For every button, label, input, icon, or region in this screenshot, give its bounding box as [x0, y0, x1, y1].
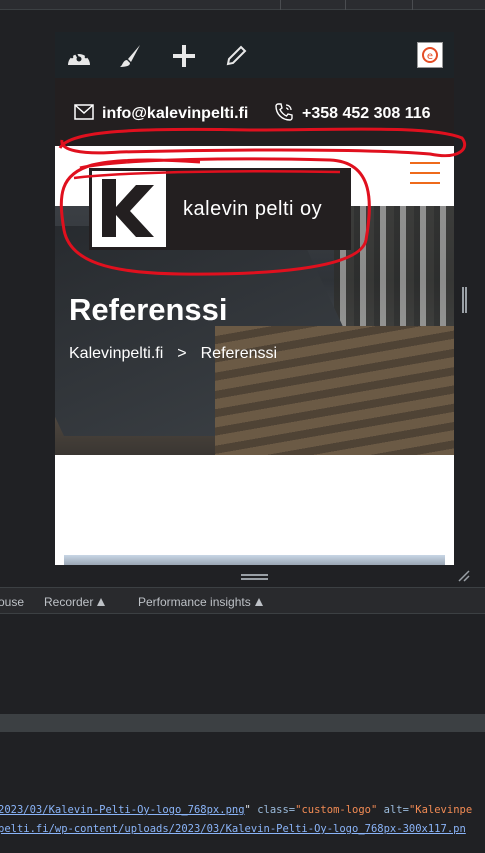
content-image-peek — [64, 555, 445, 565]
user-avatar[interactable]: e — [417, 42, 443, 68]
phone-icon — [274, 102, 294, 127]
site-logo[interactable]: kalevin pelti oy — [89, 168, 351, 250]
phone-text[interactable]: +358 452 308 116 — [302, 105, 431, 123]
add-new-plus-icon[interactable] — [170, 42, 198, 70]
viewport-width-resize-handle[interactable] — [462, 287, 467, 313]
devtools-panel-area — [0, 614, 485, 714]
edit-pencil-icon[interactable] — [222, 42, 250, 70]
breadcrumb: Kalevinpelti.fi > Referenssi — [69, 345, 277, 363]
tab-performance-insights[interactable]: Performance insights — [138, 595, 263, 609]
corner-resize-icon[interactable] — [458, 569, 470, 582]
image-srcset-link[interactable]: pelti.fi/wp-content/uploads/2023/03/Kale… — [0, 823, 466, 835]
devtools-tabs: ouse Recorder Performance insights — [0, 587, 485, 614]
viewport-height-resize-handle[interactable] — [241, 574, 268, 580]
customize-brush-icon[interactable] — [117, 42, 145, 70]
contact-top-bar: info@kalevinpelti.fi +358 452 308 116 — [55, 78, 454, 146]
logo-text: kalevin pelti oy — [183, 198, 323, 220]
breadcrumb-home-link[interactable]: Kalevinpelti.fi — [69, 345, 163, 363]
email-contact[interactable]: info@kalevinpelti.fi — [74, 103, 248, 125]
envelope-icon — [74, 103, 94, 125]
breadcrumb-separator: > — [177, 345, 187, 362]
wp-admin-bar: e — [55, 32, 454, 78]
k-logo-mark — [92, 171, 166, 247]
device-viewport: e info@kalevinpelti.fi +358 452 308 116 … — [55, 32, 454, 565]
source-line: pelti.fi/wp-content/uploads/2023/03/Kale… — [0, 823, 466, 835]
tab-recorder[interactable]: Recorder — [44, 595, 106, 609]
experimental-flask-icon — [97, 598, 106, 606]
dashboard-gauge-icon[interactable] — [65, 42, 93, 70]
page-title: Referenssi — [69, 292, 228, 327]
phone-contact[interactable]: +358 452 308 116 — [274, 102, 431, 127]
devtools-top-bar — [0, 0, 485, 10]
source-line: 2023/03/Kalevin-Pelti-Oy-logo_768px.png"… — [0, 804, 473, 816]
hamburger-menu-icon[interactable] — [410, 162, 440, 186]
site-header: kalevin pelti oy — [55, 146, 454, 250]
svg-text:e: e — [427, 51, 433, 62]
tab-lighthouse[interactable]: ouse — [0, 595, 24, 609]
elements-source-view: 2023/03/Kalevin-Pelti-Oy-logo_768px.png"… — [0, 732, 485, 853]
image-url-link[interactable]: 2023/03/Kalevin-Pelti-Oy-logo_768px.png — [0, 804, 245, 816]
devtools-split-bar[interactable] — [0, 714, 485, 732]
email-text[interactable]: info@kalevinpelti.fi — [102, 105, 248, 123]
breadcrumb-current: Referenssi — [200, 345, 278, 362]
experimental-flask-icon — [254, 598, 263, 606]
